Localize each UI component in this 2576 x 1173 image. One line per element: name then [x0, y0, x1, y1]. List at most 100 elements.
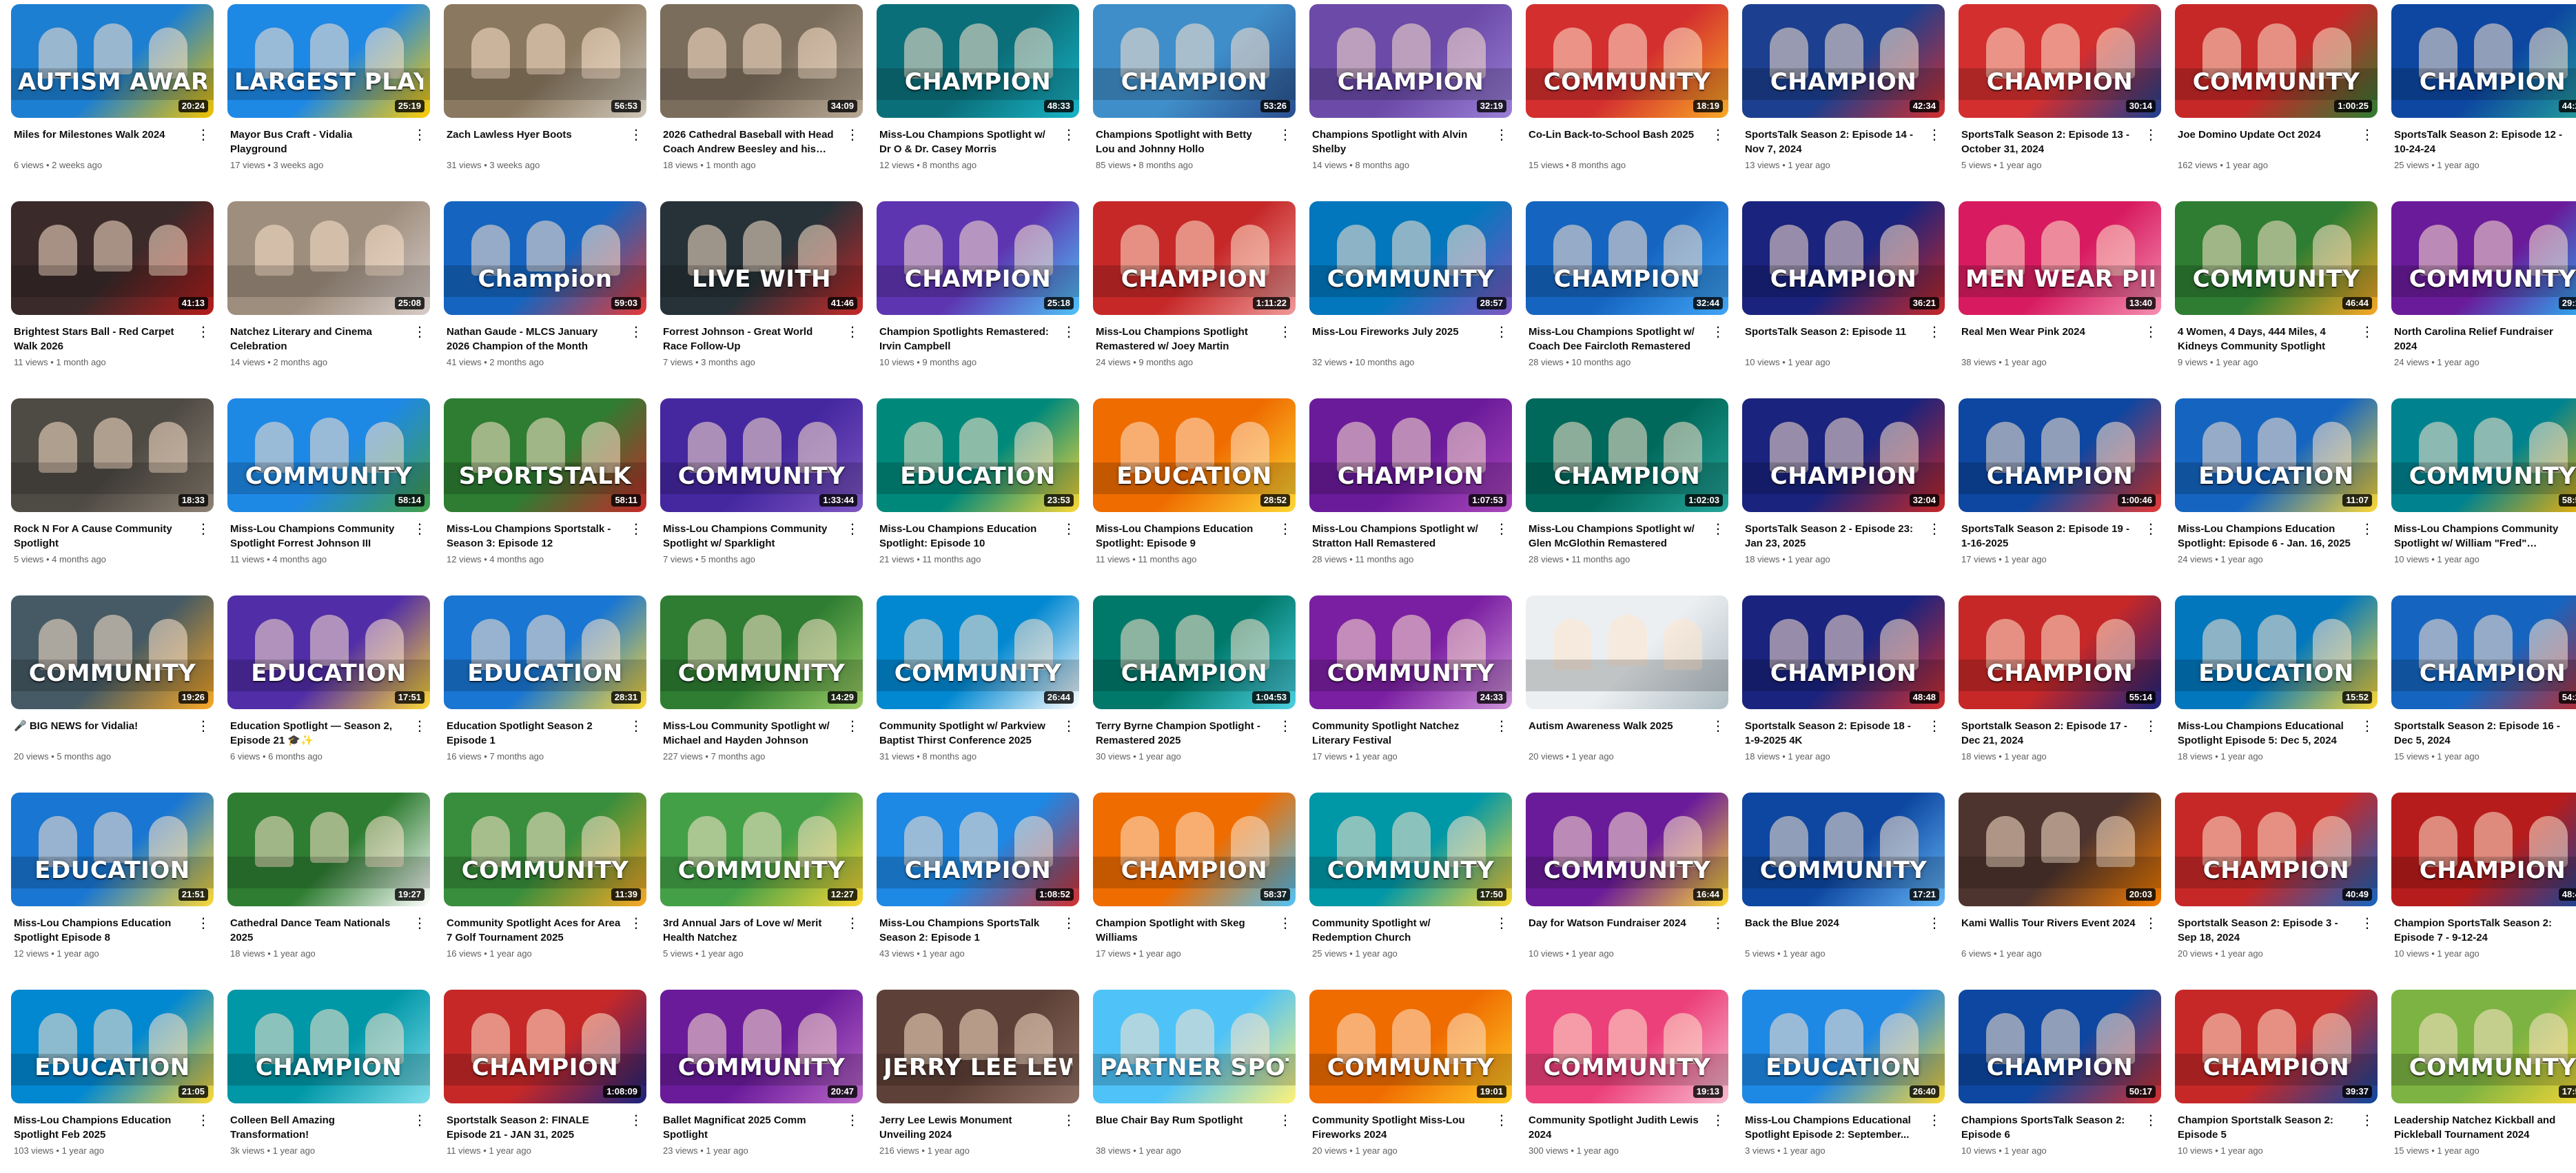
more-vert-icon[interactable]: ⋮	[1494, 323, 1509, 341]
video-card[interactable]: CHAMPION 39:37 Champion Sportstalk Season …	[2175, 990, 2378, 1173]
more-vert-icon[interactable]: ⋮	[412, 323, 427, 341]
video-card[interactable]: CHAMPION 32:04 SportsTalk Season 2 - Episo…	[1742, 398, 1945, 582]
more-vert-icon[interactable]: ⋮	[1278, 1112, 1293, 1130]
video-thumbnail[interactable]: COMMUNITY 19:01	[1309, 990, 1512, 1103]
more-vert-icon[interactable]: ⋮	[628, 1112, 644, 1130]
video-title[interactable]: 3rd Annual Jars of Love w/ Merit Health …	[663, 916, 839, 945]
video-title[interactable]: Miss-Lou Champions Community Spotlight w…	[2394, 522, 2570, 551]
video-thumbnail[interactable]: EDUCATION 28:31	[444, 595, 646, 709]
video-thumbnail[interactable]: CHAMPION 54:21	[2391, 595, 2576, 709]
more-vert-icon[interactable]: ⋮	[196, 915, 211, 932]
more-vert-icon[interactable]: ⋮	[1494, 1112, 1509, 1130]
video-card[interactable]: CHAMPION 1:07:53 Miss-Lou Champions Spotli…	[1309, 398, 1512, 582]
video-card[interactable]: EDUCATION 21:05 Miss-Lou Champions Educati…	[11, 990, 214, 1173]
more-vert-icon[interactable]: ⋮	[2360, 915, 2375, 932]
video-title[interactable]: SportsTalk Season 2: Episode 11	[1745, 325, 1921, 354]
video-card[interactable]: CHAMPION 44:29 SportsTalk Season 2: Episod…	[2391, 4, 2576, 187]
video-title[interactable]: Leadership Natchez Kickball and Pickleba…	[2394, 1113, 2570, 1142]
video-card[interactable]: 19:27 Cathedral Dance Team Nationals 2025…	[227, 793, 430, 976]
video-card[interactable]: JERRY LEE LEWIS Jerry Lee Lewis Monument …	[877, 990, 1079, 1173]
video-thumbnail[interactable]: COMMUNITY 28:57	[1309, 201, 1512, 315]
video-thumbnail[interactable]: CHAMPION 48:33	[877, 4, 1079, 118]
more-vert-icon[interactable]: ⋮	[628, 323, 644, 341]
video-card[interactable]: 18:33 Rock N For A Cause Community Spotli…	[11, 398, 214, 582]
video-card[interactable]: AUTISM AWARENESS WALK 20:24 Miles for Mile…	[11, 4, 214, 187]
video-card[interactable]: EDUCATION 28:52 Miss-Lou Champions Educati…	[1093, 398, 1296, 582]
video-title[interactable]: Community Spotlight Aces for Area 7 Golf…	[447, 916, 623, 945]
more-vert-icon[interactable]: ⋮	[1927, 126, 1942, 144]
video-title[interactable]: Community Spotlight w/ Parkview Baptist …	[879, 719, 1056, 748]
video-title[interactable]: Forrest Johnson - Great World Race Follo…	[663, 325, 839, 354]
more-vert-icon[interactable]: ⋮	[1494, 126, 1509, 144]
video-title[interactable]: Mayor Bus Craft - Vidalia Playground	[230, 127, 407, 156]
video-title[interactable]: SportsTalk Season 2: Episode 14 - Nov 7,…	[1745, 127, 1921, 156]
more-vert-icon[interactable]: ⋮	[1061, 520, 1076, 538]
video-card[interactable]: 56:53 Zach Lawless Hyer Boots 31 views • 3…	[444, 4, 646, 187]
video-title[interactable]: 🎤 BIG NEWS for Vidalia!	[14, 719, 190, 748]
video-card[interactable]: CHAMPION 1:00:46 SportsTalk Season 2: Epis…	[1959, 398, 2161, 582]
video-card[interactable]: CHAMPION 50:17 Champions SportsTalk Season…	[1959, 990, 2161, 1173]
more-vert-icon[interactable]: ⋮	[845, 1112, 860, 1130]
video-title[interactable]: Brightest Stars Ball - Red Carpet Walk 2…	[14, 325, 190, 354]
video-card[interactable]: EDUCATION 28:31 Education Spotlight Season…	[444, 595, 646, 779]
video-card[interactable]: COMMUNITY 19:01 Community Spotlight Miss-L…	[1309, 990, 1512, 1173]
video-title[interactable]: SportsTalk Season 2: Episode 19 - 1-16-2…	[1961, 522, 2138, 551]
video-thumbnail[interactable]: CHAMPION 32:04	[1742, 398, 1945, 512]
video-card[interactable]: CHAMPION 48:48 Sportstalk Season 2: Episod…	[1742, 595, 1945, 779]
video-card[interactable]: CHAMPION 32:19 Champions Spotlight with Al…	[1309, 4, 1512, 187]
video-card[interactable]: COMMUNITY 19:13 Community Spotlight Judith…	[1526, 990, 1728, 1173]
video-title[interactable]: Miss-Lou Champions Community Spotlight w…	[663, 522, 839, 551]
more-vert-icon[interactable]: ⋮	[2360, 717, 2375, 735]
video-thumbnail[interactable]: 56:53	[444, 4, 646, 118]
video-thumbnail[interactable]	[1526, 595, 1728, 709]
more-vert-icon[interactable]: ⋮	[1494, 717, 1509, 735]
video-title[interactable]: Terry Byrne Champion Spotlight - Remaste…	[1096, 719, 1272, 748]
video-title[interactable]: Miss-Lou Champions Spotlight w/ Dr O & D…	[879, 127, 1056, 156]
video-card[interactable]: CHAMPION 1:04:53 Terry Byrne Champion Spot…	[1093, 595, 1296, 779]
video-thumbnail[interactable]: CHAMPION 50:17	[1959, 990, 2161, 1103]
video-card[interactable]: COMMUNITY 29:17 North Carolina Relief Fund…	[2391, 201, 2576, 385]
video-title[interactable]: Jerry Lee Lewis Monument Unveiling 2024	[879, 1113, 1056, 1142]
video-thumbnail[interactable]: COMMUNITY 11:39	[444, 793, 646, 906]
video-card[interactable]: COMMUNITY 26:44 Community Spotlight w/ Par…	[877, 595, 1079, 779]
video-thumbnail[interactable]: CHAMPION 1:04:53	[1093, 595, 1296, 709]
video-thumbnail[interactable]: COMMUNITY 20:47	[660, 990, 863, 1103]
video-thumbnail[interactable]: CHAMPION 1:00:46	[1959, 398, 2161, 512]
video-title[interactable]: Miles for Milestones Walk 2024	[14, 127, 190, 156]
video-card[interactable]: COMMUNITY 58:14 Miss-Lou Champions Communi…	[227, 398, 430, 582]
video-card[interactable]: CHAMPION 32:44 Miss-Lou Champions Spotligh…	[1526, 201, 1728, 385]
video-title[interactable]: Champions SportsTalk Season 2: Episode 6	[1961, 1113, 2138, 1142]
more-vert-icon[interactable]: ⋮	[2143, 1112, 2158, 1130]
video-card[interactable]: EDUCATION 23:53 Miss-Lou Champions Educati…	[877, 398, 1079, 582]
video-thumbnail[interactable]: 20:03	[1959, 793, 2161, 906]
video-card[interactable]: COMMUNITY 18:19 Co-Lin Back-to-School Bash…	[1526, 4, 1728, 187]
video-title[interactable]: 2026 Cathedral Baseball with Head Coach …	[663, 127, 839, 156]
video-thumbnail[interactable]: COMMUNITY 17:50	[1309, 793, 1512, 906]
more-vert-icon[interactable]: ⋮	[2143, 126, 2158, 144]
video-thumbnail[interactable]: SPORTSTALK 58:11	[444, 398, 646, 512]
video-thumbnail[interactable]: CHAMPION 1:11:22	[1093, 201, 1296, 315]
video-title[interactable]: Co-Lin Back-to-School Bash 2025	[1529, 127, 1705, 156]
more-vert-icon[interactable]: ⋮	[412, 126, 427, 144]
video-card[interactable]: COMMUNITY 19:26 🎤 BIG NEWS for Vidalia! 20 …	[11, 595, 214, 779]
video-title[interactable]: Zach Lawless Hyer Boots	[447, 127, 623, 156]
more-vert-icon[interactable]: ⋮	[1927, 717, 1942, 735]
video-thumbnail[interactable]: COMMUNITY 12:27	[660, 793, 863, 906]
video-thumbnail[interactable]: 25:08	[227, 201, 430, 315]
video-card[interactable]: Champion 59:03 Nathan Gaude - MLCS January…	[444, 201, 646, 385]
video-card[interactable]: CHAMPION 25:18 Champion Spotlights Remaste…	[877, 201, 1079, 385]
video-card[interactable]: CHAMPION 54:21 Sportstalk Season 2: Episod…	[2391, 595, 2576, 779]
video-thumbnail[interactable]: COMMUNITY 19:13	[1526, 990, 1728, 1103]
video-thumbnail[interactable]: CHAMPION 36:21	[1742, 201, 1945, 315]
video-title[interactable]: SportsTalk Season 2: Episode 12 - 10-24-…	[2394, 127, 2570, 156]
video-thumbnail[interactable]: CHAMPION 58:37	[1093, 793, 1296, 906]
video-title[interactable]: Champions Spotlight with Alvin Shelby	[1312, 127, 1489, 156]
video-title[interactable]: Miss-Lou Champions Spotlight w/ Coach De…	[1529, 325, 1705, 354]
more-vert-icon[interactable]: ⋮	[196, 323, 211, 341]
video-title[interactable]: Kami Wallis Tour Rivers Event 2024	[1961, 916, 2138, 945]
more-vert-icon[interactable]: ⋮	[196, 1112, 211, 1130]
video-card[interactable]: COMMUNITY 1:33:44 Miss-Lou Champions Commu…	[660, 398, 863, 582]
more-vert-icon[interactable]: ⋮	[196, 126, 211, 144]
video-card[interactable]: CHAMPION 36:21 SportsTalk Season 2: Episod…	[1742, 201, 1945, 385]
video-card[interactable]: COMMUNITY 20:47 Ballet Magnificat 2025 Com…	[660, 990, 863, 1173]
